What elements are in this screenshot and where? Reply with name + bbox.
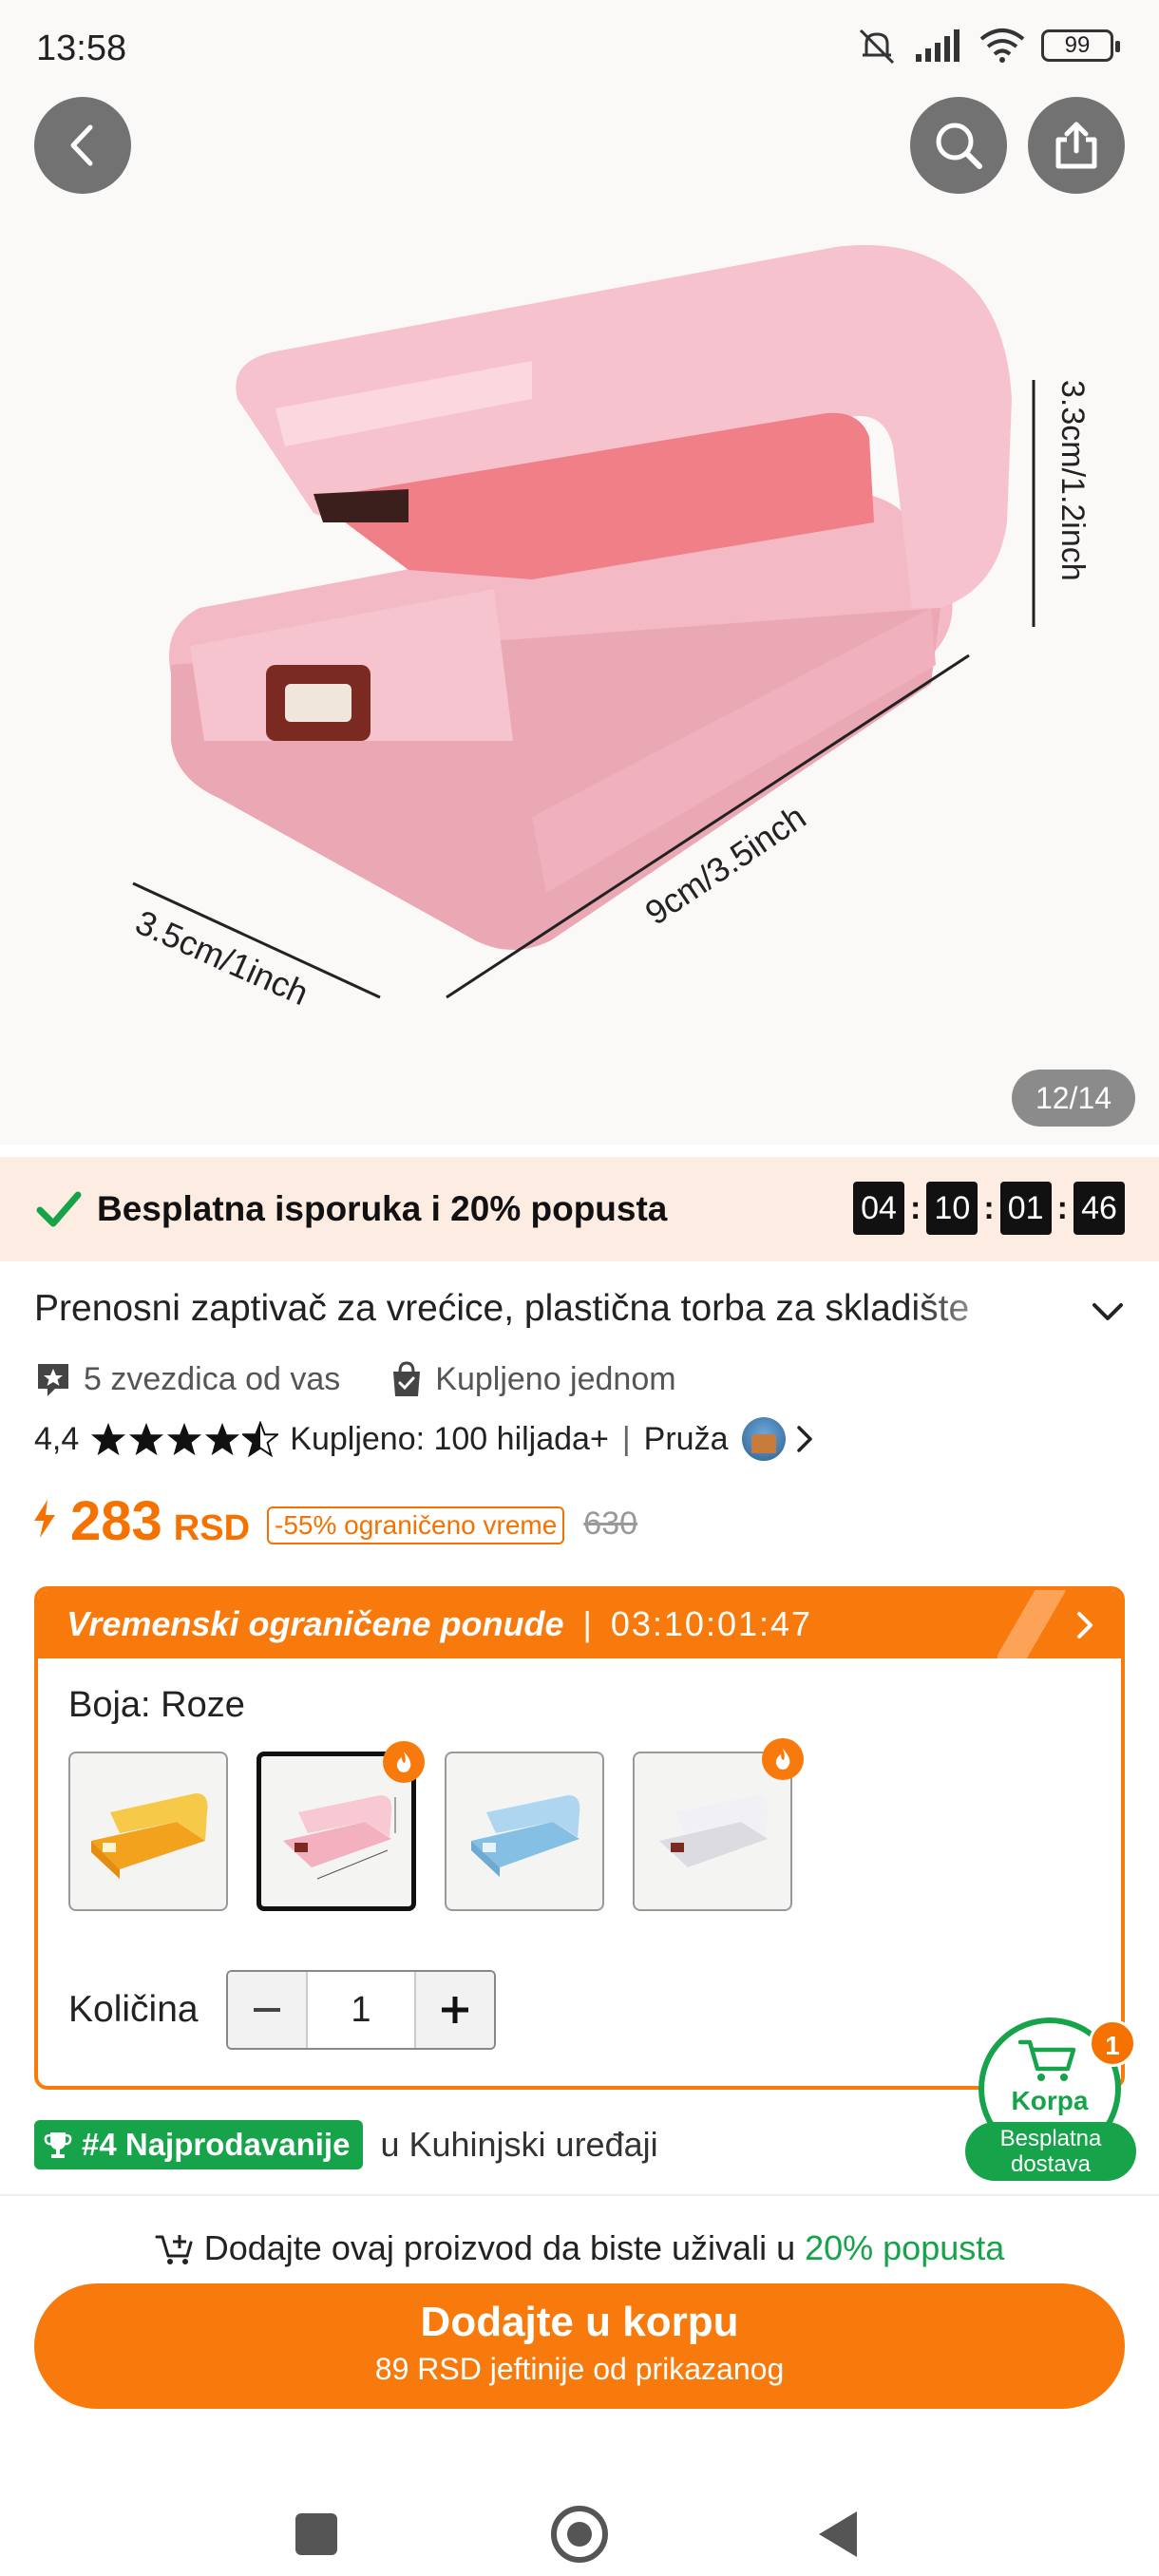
- star-full-icon: [205, 1422, 240, 1456]
- bestseller-category: u Kuhinjski uređaji: [380, 2125, 658, 2164]
- badges-row: 5 zvezdica od vas Kupljeno jednom: [34, 1360, 676, 1398]
- recents-button[interactable]: [295, 2513, 337, 2555]
- sealer-pink-thumb: [283, 1795, 396, 1880]
- quantity-stepper: 1: [226, 1970, 496, 2050]
- dimension-width-label: 3.5cm/1inch: [130, 902, 314, 1013]
- timer-seconds: 01: [999, 1182, 1052, 1235]
- price-row: 283 RSD -55% ograničeno vreme 630: [30, 1489, 637, 1553]
- price-currency: RSD: [173, 1508, 251, 1548]
- star-full-icon: [129, 1422, 164, 1456]
- offer-title: Vremenski ograničene ponude: [66, 1604, 564, 1643]
- old-price: 630: [583, 1506, 638, 1542]
- check-icon: [36, 1191, 82, 1227]
- rating-value: 4,4: [34, 1420, 80, 1457]
- discount-tag: -55% ograničeno vreme: [267, 1506, 565, 1544]
- floating-cart-button[interactable]: Korpa 1 Besplatna dostava: [965, 2017, 1136, 2181]
- battery-icon: 99: [1041, 29, 1120, 62]
- search-icon: [936, 123, 982, 169]
- free-delivery-badge: Besplatna dostava: [965, 2122, 1136, 2181]
- provider-label: Pruža: [643, 1420, 729, 1457]
- chevron-left-icon: [70, 124, 93, 166]
- status-icons: 99: [855, 27, 1120, 65]
- mute-bell-icon: [859, 28, 895, 65]
- rating-stars: [90, 1421, 279, 1457]
- star-full-icon: [91, 1422, 126, 1456]
- timer-hours: 04: [853, 1182, 905, 1235]
- increase-button[interactable]: [416, 1972, 494, 2048]
- hot-flame-icon: [383, 1741, 425, 1783]
- promo-band: Besplatna isporuka i 20% popusta 04 : 10…: [0, 1157, 1159, 1261]
- purchase-badge: Kupljeno jednom: [435, 1360, 676, 1397]
- add-to-cart-button[interactable]: Dodajte u korpu 89 RSD jeftinije od prik…: [34, 2283, 1125, 2409]
- offer-timer: 03:10:01:47: [610, 1604, 813, 1643]
- decrease-button[interactable]: [228, 1972, 306, 2048]
- bestseller-rank: #4 Najprodavanije: [82, 2127, 351, 2162]
- quantity-label: Količina: [68, 1989, 199, 2030]
- chevron-right-icon[interactable]: [1074, 1609, 1096, 1641]
- cart-label: Korpa: [1011, 2086, 1089, 2115]
- product-title-row[interactable]: Prenosni zaptivač za vrećice, plastična …: [34, 1288, 1127, 1335]
- offer-header[interactable]: Vremenski ograničene ponude | 03:10:01:4…: [38, 1590, 1121, 1658]
- plus-icon: [442, 1997, 468, 2023]
- sealer-blue-thumb: [471, 1795, 580, 1877]
- bundle-hint-highlight: 20% popusta: [805, 2228, 1005, 2267]
- swatch-white[interactable]: [633, 1738, 804, 1911]
- share-icon: [1055, 122, 1097, 169]
- star-half-icon: [242, 1421, 279, 1457]
- sold-count: Kupljeno: 100 hiljada+: [290, 1420, 609, 1457]
- chevron-down-icon[interactable]: [1089, 1294, 1127, 1328]
- add-to-cart-sublabel: 89 RSD jeftinije od prikazanog: [374, 2352, 785, 2386]
- trophy-icon: [44, 2132, 72, 2158]
- promo-timer: 04 : 10 : 01 : 46: [853, 1182, 1125, 1235]
- product-title: Prenosni zaptivač za vrećice, plastična …: [34, 1288, 970, 1329]
- bundle-hint-text: Dodajte ovaj proizvod da biste uživali u: [203, 2228, 796, 2267]
- share-button[interactable]: [1028, 97, 1125, 194]
- add-to-cart-label: Dodajte u korpu: [420, 2299, 739, 2345]
- status-bar: 13:58 99: [0, 0, 1159, 95]
- cart-count-badge: 1: [1089, 2019, 1136, 2067]
- home-button[interactable]: [551, 2506, 608, 2563]
- back-nav-button[interactable]: [819, 2511, 857, 2557]
- product-gallery[interactable]: 13:58 99 3.3cm/1.2inch 9cm/3.5inch 3.5cm…: [0, 0, 1159, 1145]
- limited-offer-box: Vremenski ograničene ponude | 03:10:01:4…: [34, 1586, 1125, 2090]
- price-value: 283: [70, 1490, 162, 1552]
- color-label: Boja: Roze: [68, 1685, 245, 1725]
- wifi-icon: [979, 28, 1025, 63]
- quantity-value[interactable]: 1: [306, 1972, 416, 2048]
- lightning-icon: [34, 1500, 55, 1538]
- star-review-icon: [38, 1364, 68, 1396]
- bundle-hint: Dodajte ovaj proizvod da biste uživali u…: [0, 2228, 1159, 2268]
- shopping-bag-icon: [393, 1361, 421, 1396]
- swatch-yellow[interactable]: [68, 1752, 228, 1911]
- review-badge: 5 zvezdica od vas: [84, 1360, 341, 1397]
- promo-text: Besplatna isporuka i 20% popusta: [97, 1189, 668, 1228]
- status-time: 13:58: [36, 28, 127, 68]
- swatch-pink[interactable]: [256, 1741, 425, 1911]
- seller-avatar[interactable]: [741, 1417, 786, 1461]
- cart-plus-icon: [155, 2235, 193, 2264]
- rating-row[interactable]: 4,4 Kupljeno: 100 hiljada+ | Pruža: [34, 1417, 818, 1461]
- bottom-action-bar: Dodajte ovaj proizvod da biste uživali u…: [0, 2194, 1159, 2576]
- cart-icon: [1017, 2039, 1076, 2081]
- signal-icon: [916, 29, 960, 62]
- timer-minutes: 10: [926, 1182, 978, 1235]
- product-image: 3.3cm/1.2inch 9cm/3.5inch 3.5cm/1inch: [130, 245, 1091, 1013]
- swatch-blue[interactable]: [445, 1752, 604, 1911]
- dimension-height-label: 3.3cm/1.2inch: [1054, 380, 1091, 581]
- minus-icon: [254, 2008, 280, 2012]
- search-button[interactable]: [910, 97, 1007, 194]
- sealer-yellow-thumb: [91, 1793, 208, 1879]
- bestseller-badge: #4 Najprodavanije: [34, 2120, 364, 2169]
- chevron-right-icon[interactable]: [791, 1422, 818, 1456]
- timer-centiseconds: 46: [1074, 1182, 1125, 1235]
- hot-flame-icon: [762, 1738, 804, 1780]
- bestseller-row[interactable]: #4 Najprodavanije u Kuhinjski uređaji: [34, 2120, 658, 2169]
- system-nav-bar: [0, 2481, 1159, 2576]
- color-swatches: [68, 1738, 804, 1911]
- star-full-icon: [167, 1422, 202, 1456]
- bolt-decoration: [998, 1590, 1083, 1658]
- page-indicator: 12/14: [1012, 1070, 1135, 1127]
- sealer-white-thumb: [659, 1795, 769, 1867]
- back-button[interactable]: [34, 97, 131, 194]
